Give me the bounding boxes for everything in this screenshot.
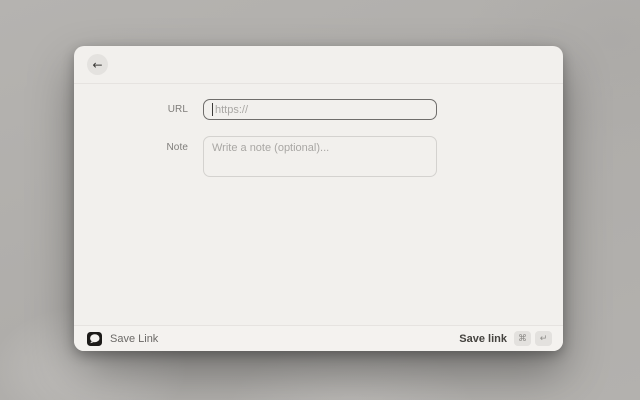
command-key-badge: ⌘ (514, 331, 531, 346)
back-button[interactable]: ← (87, 54, 108, 75)
save-link-window: ← URL Note (74, 46, 563, 351)
url-field-row: URL (74, 99, 563, 120)
note-label: Note (74, 136, 203, 182)
note-input[interactable] (203, 136, 437, 177)
window-header: ← (74, 46, 563, 84)
url-label: URL (74, 104, 203, 115)
url-input[interactable] (203, 99, 437, 120)
back-arrow-icon: ← (92, 59, 102, 71)
footer-command-info: Save Link (87, 332, 158, 346)
command-name: Save Link (110, 333, 158, 345)
url-field-wrap (203, 99, 437, 120)
footer-bar: Save Link Save link ⌘ ↵ (74, 325, 563, 351)
speech-bubble-icon (87, 332, 102, 346)
desktop-background: ← URL Note (0, 0, 640, 400)
form-area: URL Note (74, 84, 563, 325)
text-caret (212, 103, 213, 116)
save-link-action-button[interactable]: Save link ⌘ ↵ (456, 329, 555, 348)
note-field-wrap (203, 136, 437, 182)
return-key-badge: ↵ (535, 331, 552, 346)
note-field-row: Note (74, 136, 563, 182)
save-link-action-label: Save link (459, 333, 507, 345)
